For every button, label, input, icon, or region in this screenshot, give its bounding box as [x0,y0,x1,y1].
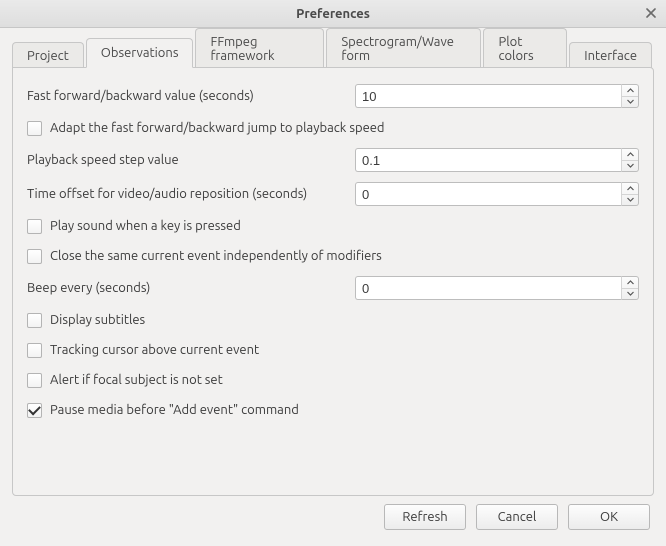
fast-forward-backward-input[interactable] [355,84,621,108]
playback-speed-step-spinbox[interactable] [355,148,639,172]
tracking-cursor-label: Tracking cursor above current event [50,343,259,357]
time-offset-input[interactable] [355,182,621,206]
beep-every-input[interactable] [355,276,621,300]
tracking-cursor-checkbox[interactable] [27,343,42,358]
play-sound-label: Play sound when a key is pressed [50,219,241,233]
tab-spectrogram-waveform[interactable]: Spectrogram/Wave form [326,28,481,69]
play-sound-checkbox[interactable] [27,219,42,234]
dialog-buttons: Refresh Cancel OK [12,496,654,538]
beep-every-spinbox[interactable] [355,276,639,300]
titlebar: Preferences [0,0,666,28]
fast-forward-backward-spinbox[interactable] [355,84,639,108]
close-event-checkbox[interactable] [27,249,42,264]
chevron-down-icon[interactable] [622,195,638,206]
alert-focal-label: Alert if focal subject is not set [50,373,223,387]
chevron-down-icon[interactable] [622,289,638,300]
chevron-down-icon[interactable] [622,161,638,172]
fast-forward-backward-label: Fast forward/backward value (seconds) [27,89,355,103]
chevron-up-icon[interactable] [622,183,638,195]
observations-panel: Fast forward/backward value (seconds) Ad… [12,67,654,496]
time-offset-spinbox[interactable] [355,182,639,206]
refresh-button[interactable]: Refresh [384,504,466,530]
close-event-label: Close the same current event independent… [50,249,382,263]
ok-button[interactable]: OK [568,504,650,530]
chevron-down-icon[interactable] [622,97,638,108]
tab-ffmpeg-framework[interactable]: FFmpeg framework [195,28,324,69]
pause-media-label: Pause media before "Add event" command [50,403,299,417]
chevron-up-icon[interactable] [622,277,638,289]
window-title: Preferences [0,7,666,21]
display-subtitles-label: Display subtitles [50,313,145,327]
beep-every-label: Beep every (seconds) [27,281,355,295]
pause-media-checkbox[interactable] [27,403,42,418]
display-subtitles-checkbox[interactable] [27,313,42,328]
cancel-button[interactable]: Cancel [476,504,558,530]
preferences-window: Preferences Project Observations FFmpeg … [0,0,666,546]
adapt-jump-label: Adapt the fast forward/backward jump to … [50,121,385,135]
adapt-jump-checkbox[interactable] [27,121,42,136]
close-icon[interactable] [643,5,659,21]
chevron-up-icon[interactable] [622,149,638,161]
tab-interface[interactable]: Interface [569,42,652,69]
playback-speed-step-label: Playback speed step value [27,153,355,167]
playback-speed-step-input[interactable] [355,148,621,172]
time-offset-label: Time offset for video/audio reposition (… [27,187,355,201]
tab-observations[interactable]: Observations [86,38,194,68]
tab-project[interactable]: Project [12,42,84,69]
tab-plot-colors[interactable]: Plot colors [483,28,567,69]
tab-bar: Project Observations FFmpeg framework Sp… [12,38,654,68]
alert-focal-checkbox[interactable] [27,373,42,388]
content-area: Project Observations FFmpeg framework Sp… [0,28,666,546]
chevron-up-icon[interactable] [622,85,638,97]
